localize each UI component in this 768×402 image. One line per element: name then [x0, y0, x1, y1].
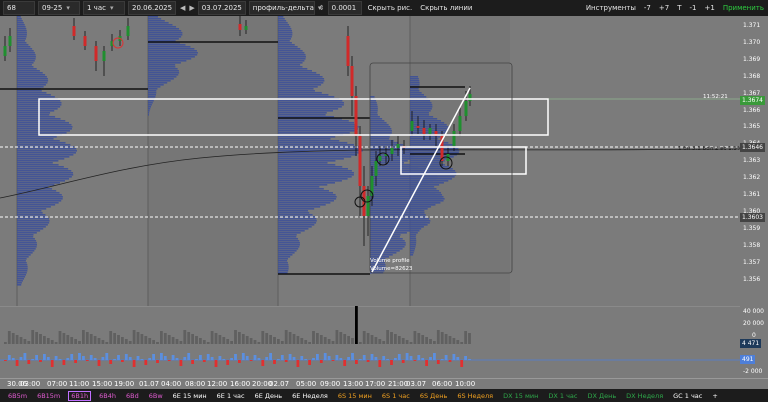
apply-button[interactable]: Применить — [721, 4, 766, 12]
time-label: 16:00 — [230, 380, 251, 388]
chevron-down-icon: ▾ — [109, 4, 114, 12]
plus1-button[interactable]: +1 — [702, 4, 716, 12]
interval-value: 1 час — [87, 4, 106, 12]
time-label: 02.07 — [269, 380, 290, 388]
tab-dx-неделя[interactable]: DX Неделя — [624, 392, 665, 400]
tab-6e-15-мин[interactable]: 6E 15 мин — [171, 392, 209, 400]
indicator-tick: 40 000 — [743, 308, 764, 315]
time-label: 03:00 — [20, 380, 41, 388]
time-label: 01.07 — [139, 380, 160, 388]
date-to-input[interactable]: 03.07.2025 — [197, 1, 246, 15]
price-tick: 1.370 — [743, 38, 761, 46]
indicator-tick: -2 000 — [743, 368, 763, 375]
price-tick: 1.365 — [743, 123, 761, 131]
level-upper-tag: 1.3646 — [740, 143, 765, 152]
minus7-button[interactable]: -7 — [642, 4, 653, 12]
next-arrow-icon[interactable]: ▶ — [189, 4, 194, 12]
tab-6e-день[interactable]: 6E День — [253, 392, 284, 400]
contract-select[interactable]: 09-25 ▾ — [38, 1, 80, 15]
tick-input[interactable]: 0.0001 — [327, 1, 362, 15]
price-tick: 1.366 — [743, 106, 761, 114]
tick-value: 0.0001 — [331, 4, 357, 12]
price-tick: 1.369 — [743, 55, 761, 63]
tab-6bw[interactable]: 6Bw — [147, 392, 165, 400]
profile-value: профиль-дельта — [252, 4, 314, 12]
symbol-input[interactable]: 68 — [3, 1, 35, 15]
volume-tag: 4 471 — [740, 339, 762, 348]
time-label: 11:00 — [69, 380, 90, 388]
tab-+[interactable]: + — [710, 392, 719, 400]
tab-dx-день[interactable]: DX День — [585, 392, 618, 400]
chevron-down-icon: ▾ — [66, 4, 70, 12]
tab-6b5m[interactable]: 6B5m — [6, 392, 29, 400]
price-tick: 1.362 — [743, 174, 761, 182]
price-tick: 1.371 — [743, 22, 761, 29]
time-label: 07:00 — [47, 380, 68, 388]
hide-lines-button[interactable]: Скрыть линии — [418, 4, 474, 12]
tab-6b4h[interactable]: 6B4h — [97, 392, 118, 400]
symbol-value: 68 — [7, 4, 16, 12]
tab-6b15m[interactable]: 6B15m — [35, 392, 62, 400]
delta-tag: 491 — [740, 355, 756, 364]
time-label: 19:00 — [114, 380, 135, 388]
level-note: 1 бн 3.1 Бол 2 вс 1.3% — [678, 146, 743, 152]
price-tick: 1.363 — [743, 157, 761, 165]
date-from-value: 20.06.2025 — [132, 4, 173, 12]
date-from-input[interactable]: 20.06.2025 — [128, 1, 176, 15]
hide-chart-button[interactable]: Скрыть рис. — [366, 4, 415, 12]
instruments-button[interactable]: Инструменты — [584, 4, 638, 12]
tab-dx-1-час[interactable]: DX 1 час — [546, 392, 579, 400]
time-label: 12:00 — [207, 380, 228, 388]
tab-6s-1-час[interactable]: 6S 1 час — [380, 392, 412, 400]
time-label: 13:00 — [343, 380, 364, 388]
indicator-tick: 20 000 — [743, 320, 764, 327]
time-label: 17:00 — [365, 380, 386, 388]
price-axis[interactable]: 1.3711.3701.3691.3681.3671.3661.3651.364… — [740, 16, 768, 306]
contract-value: 09-25 — [42, 4, 63, 12]
indicator-axis: 40 000 20 000 0 4 471 491 -2 000 — [740, 306, 768, 378]
tab-dx-15-мин[interactable]: DX 15 мин — [501, 392, 540, 400]
plus7-button[interactable]: +7 — [657, 4, 671, 12]
tab-6e-1-час[interactable]: 6E 1 час — [215, 392, 247, 400]
time-label: 03.07 — [406, 380, 427, 388]
top-toolbar: 68 09-25 ▾ 1 час ▾ 20.06.2025 ◀ ▶ 03.07.20… — [0, 0, 768, 16]
time-label: 05:00 — [296, 380, 317, 388]
prev-arrow-icon[interactable]: ◀ — [180, 4, 185, 12]
price-tick: 1.356 — [743, 275, 761, 283]
time-label: 08:00 — [185, 380, 206, 388]
tab-6b1h[interactable]: 6B1h — [68, 390, 92, 401]
tab-6s-неделя[interactable]: 6S Неделя — [455, 392, 495, 400]
tab-gc-1-час[interactable]: GC 1 час — [671, 392, 704, 400]
chevron-down-icon: ▾ — [317, 4, 322, 12]
time-label: 10:00 — [455, 380, 476, 388]
current-time-label: 11:52:21 — [703, 94, 728, 100]
tab-6s-день[interactable]: 6S День — [418, 392, 450, 400]
interval-select[interactable]: 1 час ▾ — [83, 1, 125, 15]
price-tick: 1.368 — [743, 72, 761, 80]
time-label: 09:00 — [320, 380, 341, 388]
date-to-value: 03.07.2025 — [201, 4, 242, 12]
time-label: 15:00 — [92, 380, 113, 388]
time-label: 06:00 — [432, 380, 453, 388]
volume-profile-label: Volume profile — [370, 258, 410, 264]
instrument-tabs: 6B5m 6B15m 6B1h 6B4h 6Bd 6Bw 6E 15 мин 6E 1 час… — [0, 389, 768, 402]
indicator-tick: 0 — [752, 332, 756, 339]
tab-6e-неделя[interactable]: 6E Неделя — [290, 392, 330, 400]
time-label: 04:00 — [161, 380, 182, 388]
profile-select[interactable]: профиль-дельта ▾ — [248, 1, 321, 15]
tab-6s-15-мин[interactable]: 6S 15 мин — [336, 392, 374, 400]
minus1-button[interactable]: -1 — [688, 4, 699, 12]
volume-delta-panel[interactable] — [0, 306, 740, 378]
level-lower-tag: 1.3603 — [740, 213, 765, 222]
tab-6bd[interactable]: 6Bd — [124, 392, 141, 400]
t-button[interactable]: T — [675, 4, 683, 12]
volume-profile-value: Volume=82623 — [370, 266, 413, 272]
price-tick: 1.361 — [743, 191, 761, 198]
current-price-tag: 1.3674 — [740, 96, 765, 105]
price-tick: 1.357 — [743, 258, 761, 266]
price-tick: 1.358 — [743, 241, 761, 249]
price-tick: 1.359 — [743, 224, 761, 232]
